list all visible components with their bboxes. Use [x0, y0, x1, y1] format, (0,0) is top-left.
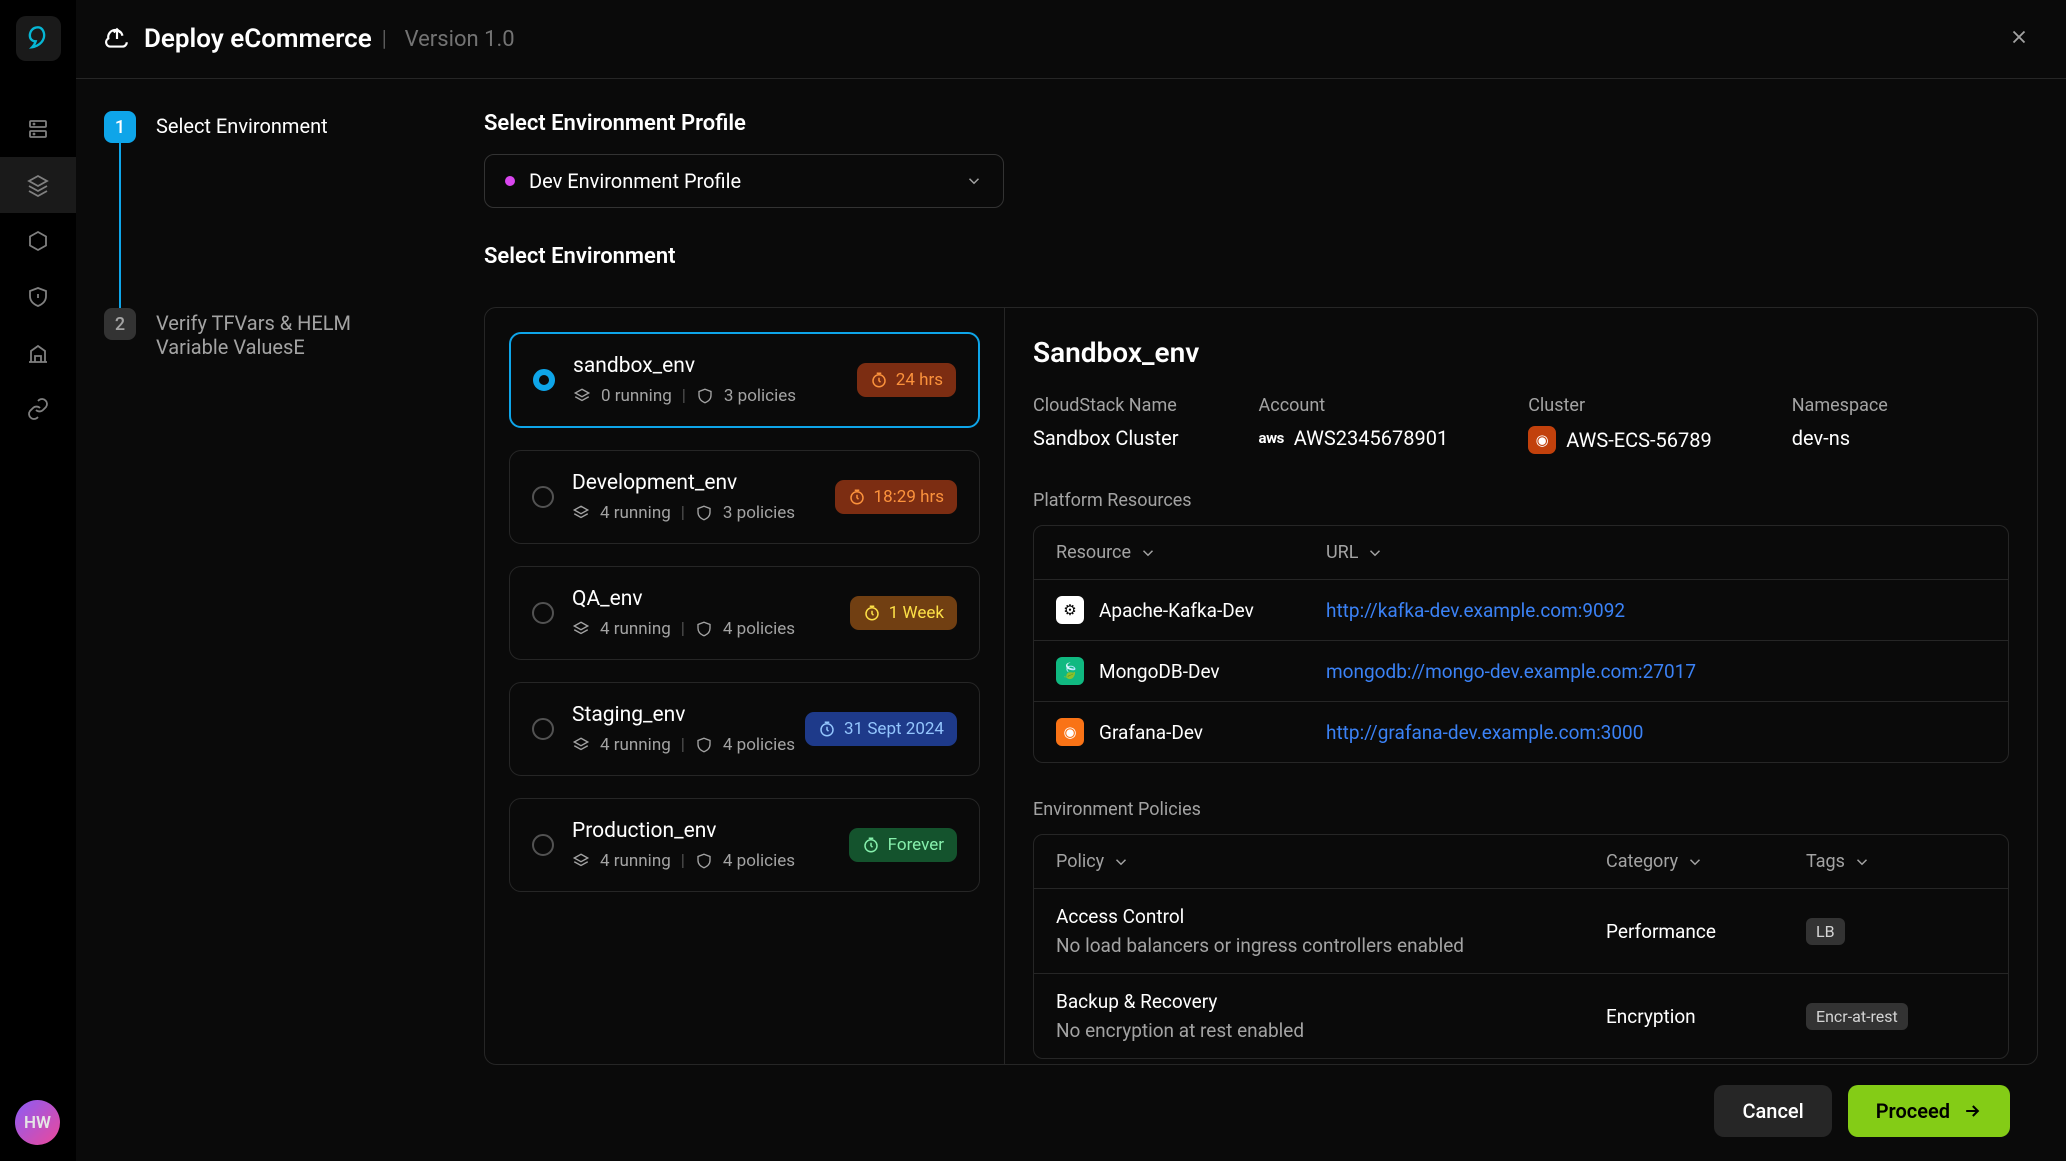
- wizard-steps: 1 Select Environment 2 Verify TFVars & H…: [104, 111, 484, 1161]
- step-1[interactable]: 1 Select Environment: [104, 111, 484, 143]
- ttl-badge: 31 Sept 2024: [805, 712, 957, 746]
- step-2[interactable]: 2 Verify TFVars & HELM Variable ValuesE: [104, 308, 484, 359]
- step-label: Verify TFVars & HELM Variable ValuesE: [156, 308, 416, 359]
- namespace-value: dev-ns: [1792, 426, 1888, 450]
- resource-row: ◉Grafana-Dev http://grafana-dev.example.…: [1034, 701, 2008, 762]
- timer-icon: [863, 604, 881, 622]
- shield-small-icon: [695, 736, 713, 754]
- ttl-badge: 18:29 hrs: [835, 480, 957, 514]
- env-name: Staging_env: [572, 703, 805, 727]
- nav-hexagon-icon[interactable]: [0, 213, 76, 269]
- policy-tag: Encr-at-rest: [1806, 1003, 1908, 1030]
- resource-url[interactable]: http://grafana-dev.example.com:3000: [1326, 721, 1986, 744]
- page-header: Deploy eCommerce | Version 1.0: [76, 0, 2066, 79]
- proceed-button[interactable]: Proceed: [1848, 1085, 2010, 1137]
- cloudstack-name: Sandbox Cluster: [1033, 426, 1179, 450]
- policy-col-header[interactable]: Policy: [1056, 851, 1606, 872]
- env-card[interactable]: Production_env 4 running| 4 policies For…: [509, 798, 980, 892]
- close-button[interactable]: [2000, 18, 2038, 60]
- resource-url[interactable]: http://kafka-dev.example.com:9092: [1326, 599, 1986, 622]
- layers-icon: [572, 504, 590, 522]
- page-version: Version 1.0: [405, 27, 515, 52]
- resource-icon: ◉: [1056, 718, 1084, 746]
- tags-col-header[interactable]: Tags: [1806, 851, 1986, 872]
- policies-table: Policy Category Tags Access ControlNo lo…: [1033, 834, 2009, 1059]
- resource-row: 🍃MongoDB-Dev mongodb://mongo-dev.example…: [1034, 640, 2008, 701]
- resources-title: Platform Resources: [1033, 490, 2009, 511]
- env-name: sandbox_env: [573, 354, 857, 378]
- layers-icon: [572, 736, 590, 754]
- env-card[interactable]: Staging_env 4 running| 4 policies 31 Sep…: [509, 682, 980, 776]
- env-name: Production_env: [572, 819, 849, 843]
- radio-icon: [533, 369, 555, 391]
- layers-icon: [573, 387, 591, 405]
- env-name: QA_env: [572, 587, 850, 611]
- timer-icon: [848, 488, 866, 506]
- shield-small-icon: [696, 387, 714, 405]
- policy-row: Backup & RecoveryNo encryption at rest e…: [1034, 973, 2008, 1058]
- account-value: aws AWS2345678901: [1259, 426, 1449, 450]
- resource-col-header[interactable]: Resource: [1056, 542, 1326, 563]
- nav-shield-icon[interactable]: [0, 269, 76, 325]
- env-card[interactable]: sandbox_env 0 running| 3 policies 24 hrs: [509, 332, 980, 428]
- policy-category: Performance: [1606, 920, 1806, 943]
- cancel-button[interactable]: Cancel: [1714, 1085, 1831, 1137]
- layers-icon: [572, 852, 590, 870]
- arrow-right-icon: [1962, 1101, 1982, 1121]
- shield-small-icon: [695, 504, 713, 522]
- policy-row: Access ControlNo load balancers or ingre…: [1034, 889, 2008, 973]
- nav-building-icon[interactable]: [0, 325, 76, 381]
- profile-dot-icon: [505, 176, 515, 186]
- detail-env-title: Sandbox_env: [1033, 336, 2009, 369]
- resource-icon: ⚙: [1056, 596, 1084, 624]
- env-card[interactable]: Development_env 4 running| 3 policies 18…: [509, 450, 980, 544]
- step-number: 2: [104, 308, 136, 340]
- step-label: Select Environment: [156, 111, 328, 138]
- policies-title: Environment Policies: [1033, 799, 2009, 820]
- environment-detail-panel: Sandbox_env CloudStack Name Sandbox Clus…: [1005, 308, 2037, 1064]
- radio-icon: [532, 718, 554, 740]
- url-col-header[interactable]: URL: [1326, 542, 1986, 563]
- cluster-value: ◉ AWS-ECS-56789: [1528, 426, 1712, 454]
- aws-icon: aws: [1259, 429, 1284, 447]
- radio-icon: [532, 834, 554, 856]
- nav-server-icon[interactable]: [0, 101, 76, 157]
- resource-icon: 🍃: [1056, 657, 1084, 685]
- env-name: Development_env: [572, 471, 835, 495]
- env-card[interactable]: QA_env 4 running| 4 policies 1 Week: [509, 566, 980, 660]
- radio-icon: [532, 486, 554, 508]
- resource-url[interactable]: mongodb://mongo-dev.example.com:27017: [1326, 660, 1986, 683]
- timer-icon: [862, 836, 880, 854]
- footer-actions: Cancel Proceed: [484, 1085, 2038, 1161]
- env-section-title: Select Environment: [484, 244, 2038, 269]
- environment-list: sandbox_env 0 running| 3 policies 24 hrs…: [485, 308, 1005, 1064]
- sidebar: HW: [0, 0, 76, 1161]
- ttl-badge: 24 hrs: [857, 363, 956, 397]
- ttl-badge: Forever: [849, 828, 957, 862]
- ttl-badge: 1 Week: [850, 596, 957, 630]
- main-content: Deploy eCommerce | Version 1.0 1 Select …: [76, 0, 2066, 1161]
- nav-link-icon[interactable]: [0, 381, 76, 437]
- deploy-icon: [104, 26, 130, 52]
- category-col-header[interactable]: Category: [1606, 851, 1806, 872]
- policy-tag: LB: [1806, 918, 1845, 945]
- timer-icon: [870, 371, 888, 389]
- timer-icon: [818, 720, 836, 738]
- ecs-icon: ◉: [1528, 426, 1556, 454]
- profile-section-title: Select Environment Profile: [484, 111, 2038, 136]
- page-title: Deploy eCommerce: [144, 24, 372, 54]
- policy-category: Encryption: [1606, 1005, 1806, 1028]
- app-logo[interactable]: [16, 16, 61, 61]
- layers-icon: [572, 620, 590, 638]
- shield-small-icon: [695, 852, 713, 870]
- resources-table: Resource URL ⚙Apache-Kafka-Dev http://ka…: [1033, 525, 2009, 763]
- radio-icon: [532, 602, 554, 624]
- resource-row: ⚙Apache-Kafka-Dev http://kafka-dev.examp…: [1034, 580, 2008, 640]
- environment-profile-dropdown[interactable]: Dev Environment Profile: [484, 154, 1004, 208]
- user-avatar[interactable]: HW: [15, 1100, 60, 1145]
- shield-small-icon: [695, 620, 713, 638]
- step-number: 1: [104, 111, 136, 143]
- nav-layers-icon[interactable]: [0, 157, 76, 213]
- chevron-down-icon: [965, 172, 983, 190]
